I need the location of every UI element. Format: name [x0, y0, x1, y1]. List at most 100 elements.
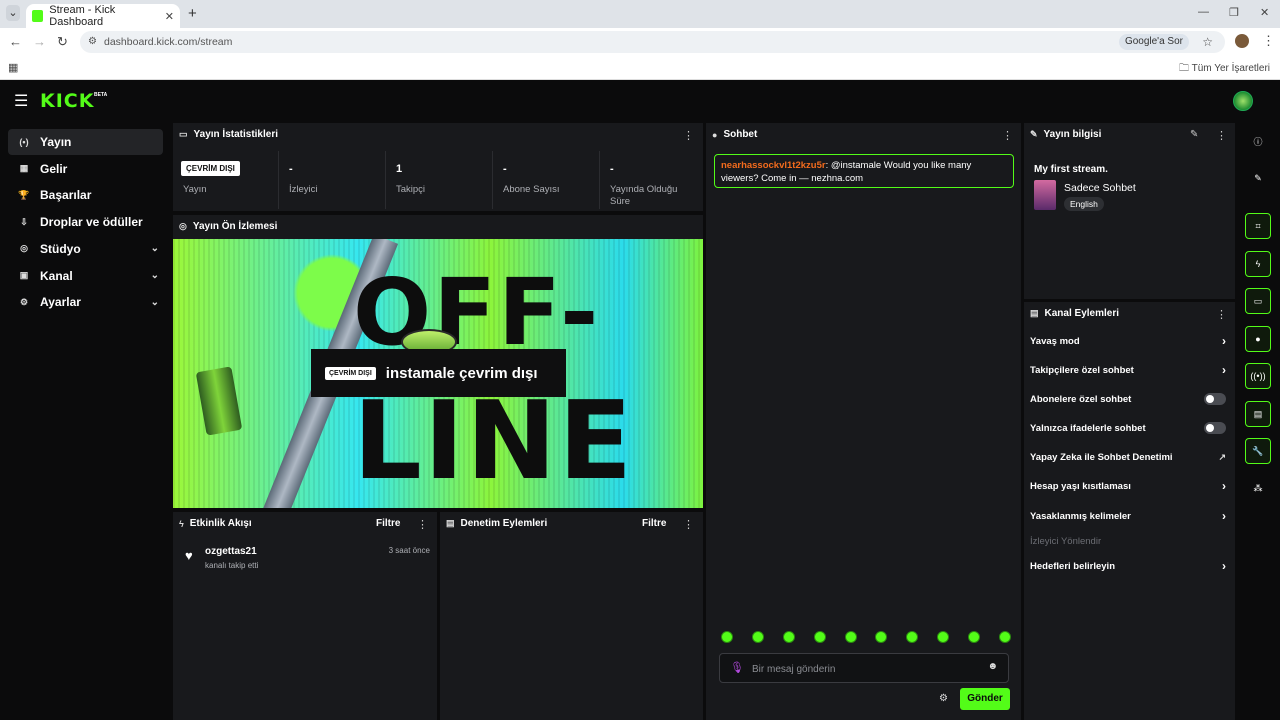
sidebar-item-6[interactable]: ⚙ Ayarlar ⌄	[8, 289, 163, 315]
chat-icon[interactable]: ●	[1245, 326, 1271, 352]
emote-icon[interactable]	[906, 631, 919, 643]
browser-tab[interactable]: Stream - Kick Dashboard ✕	[26, 4, 180, 28]
sidebar-item-label: Kanal	[40, 268, 73, 283]
emote-icon[interactable]	[751, 631, 764, 643]
sidebar-item-2[interactable]: 🏆 Başarılar	[8, 182, 163, 208]
chat-input-box: 🎙 ☻	[719, 653, 1009, 683]
channel-action-item[interactable]: Hesap yaşı kısıtlaması ›	[1030, 476, 1226, 496]
kick-dashboard: ☰ KICK BETA (•) Yayın ▦ Gelir 🏆 Başarılar ⇩ Dro…	[0, 81, 1280, 720]
apps-grid-icon[interactable]: ▦	[8, 61, 18, 74]
address-bar-row: ← → ↻ ⚙ dashboard.kick.com/stream Google…	[0, 28, 1280, 56]
url-field[interactable]: ⚙ dashboard.kick.com/stream Google'a Sor…	[80, 31, 1225, 53]
sidebar-nav: (•) Yayın ▦ Gelir 🏆 Başarılar ⇩ Droplar ve ödül…	[0, 121, 170, 720]
info-icon[interactable]: ⓘ	[1245, 128, 1271, 154]
chevron-right-icon: ›	[1222, 334, 1226, 348]
sidebar-item-3[interactable]: ⇩ Droplar ve ödüller	[8, 209, 163, 235]
channel-actions-title-text: Kanal Eylemleri	[1044, 308, 1119, 319]
channel-action-item[interactable]: Yalnızca ifadelerle sohbet	[1030, 418, 1226, 438]
browser-tabstrip: ⌄ Stream - Kick Dashboard ✕ + — ❐ ✕	[0, 0, 1280, 28]
top-bar: ☰ KICK BETA	[0, 81, 1280, 121]
toggle-switch[interactable]	[1204, 393, 1226, 405]
chat-message[interactable]: nearhassockvl1t2kzu5r: @instamale Would …	[714, 154, 1014, 188]
card-icon[interactable]: ▭	[1245, 288, 1271, 314]
stats-menu-icon[interactable]: ⋮	[683, 129, 694, 142]
chat-menu-icon[interactable]: ⋮	[1002, 129, 1013, 142]
back-icon[interactable]: ←	[9, 34, 22, 49]
clip-icon[interactable]: ⌗	[1245, 213, 1271, 239]
sidebar-item-4[interactable]: ◎ Stüdyo ⌄	[8, 236, 163, 262]
emoji-icon[interactable]: ☻	[987, 661, 998, 672]
emote-icon[interactable]	[998, 631, 1011, 643]
chevron-down-icon[interactable]: ⌄	[151, 270, 159, 281]
moderation-filter-button[interactable]: Filtre	[642, 518, 666, 529]
emote-icon[interactable]	[721, 631, 733, 643]
chevron-right-icon: ›	[1222, 363, 1226, 377]
sidebar-item-1[interactable]: ▦ Gelir	[8, 156, 163, 182]
bookmark-star-icon[interactable]: ☆	[1202, 31, 1213, 53]
channel-action-item[interactable]: Yapay Zeka ile Sohbet Denetimi ↗	[1030, 447, 1226, 467]
reload-icon[interactable]: ↻	[57, 34, 68, 50]
chat-message-input[interactable]	[752, 661, 972, 677]
moderation-menu-icon[interactable]: ⋮	[683, 518, 694, 531]
channel-actions-menu-icon[interactable]: ⋮	[1216, 308, 1227, 321]
channel-action-item[interactable]: Yasaklanmış kelimeler ›	[1030, 506, 1226, 526]
emote-icon[interactable]	[937, 631, 950, 643]
pencil-icon[interactable]: ✎	[1245, 165, 1271, 191]
channel-action-item[interactable]: Abonelere özel sohbet	[1030, 389, 1226, 409]
channel-action-label: Abonelere özel sohbet	[1030, 393, 1132, 405]
offline-badge: ÇEVRİM DIŞI	[181, 161, 240, 176]
send-button[interactable]: Gönder	[960, 688, 1010, 710]
sidebar-item-5[interactable]: ▣ Kanal ⌄	[8, 263, 163, 289]
lightning-icon[interactable]: ϟ	[1245, 251, 1271, 277]
chat-message-user[interactable]: nearhassockvl1t2kzu5r	[721, 160, 826, 171]
forward-icon[interactable]: →	[33, 34, 46, 49]
stream-stats-title-text: Yayın İstatistikleri	[193, 129, 279, 140]
sidebar-item-label: Ayarlar	[40, 295, 81, 310]
channel-action-item[interactable]: Yavaş mod ›	[1030, 331, 1226, 351]
activity-feed-panel: ϟ Etkinlik Akışı Filtre ⋮ ♥ ozgettas21 ka…	[173, 512, 437, 720]
browser-menu-icon[interactable]: ⋮	[1262, 33, 1275, 49]
emote-icon[interactable]	[782, 631, 795, 643]
activity-filter-button[interactable]: Filtre	[376, 518, 400, 529]
stream-preview[interactable]: OFF- LINE ÇEVRİM DIŞI instamale çevrim d…	[173, 239, 703, 508]
emote-icon[interactable]	[968, 631, 980, 643]
google-ask-button[interactable]: Google'a Sor	[1118, 34, 1189, 50]
emote-icon[interactable]	[875, 631, 888, 643]
emote-icon[interactable]	[844, 631, 857, 643]
browser-profile-avatar[interactable]	[1235, 34, 1249, 48]
chevron-down-icon[interactable]: ⌄	[151, 243, 159, 254]
edit-pencil-icon[interactable]: ✎	[1190, 129, 1198, 140]
chevron-down-icon[interactable]: ⌄	[151, 297, 159, 308]
window-close-icon[interactable]: ✕	[1260, 6, 1269, 19]
kick-logo[interactable]: KICK	[40, 90, 94, 112]
activity-user[interactable]: ozgettas21	[205, 546, 257, 557]
microphone-icon[interactable]: 🎙	[730, 661, 744, 674]
share-icon[interactable]: ⁂	[1245, 475, 1271, 501]
stream-preview-title-text: Yayın Ön İzlemesi	[192, 221, 278, 232]
sidebar-item-label: Başarılar	[40, 188, 92, 203]
beta-badge: BETA	[94, 92, 108, 98]
chat-settings-icon[interactable]: ⚙	[939, 693, 948, 704]
wrench-icon[interactable]: 🔧	[1245, 438, 1271, 464]
maximize-icon[interactable]: ❐	[1229, 6, 1239, 19]
all-bookmarks-button[interactable]: 🗀 Tüm Yer İşaretleri	[1179, 61, 1270, 78]
emote-icon[interactable]	[813, 631, 826, 643]
tab-close-icon[interactable]: ✕	[165, 10, 174, 23]
sidebar-item-0[interactable]: (•) Yayın	[8, 129, 163, 155]
minimize-icon[interactable]: —	[1198, 6, 1209, 18]
new-tab-button[interactable]: +	[188, 5, 197, 22]
url-text: dashboard.kick.com/stream	[104, 36, 233, 48]
hamburger-menu-icon[interactable]: ☰	[14, 91, 28, 111]
broadcast-icon[interactable]: ((•))	[1245, 363, 1271, 389]
activity-menu-icon[interactable]: ⋮	[417, 518, 428, 531]
stream-info-menu-icon[interactable]: ⋮	[1216, 129, 1227, 142]
mod-icon[interactable]: ▤	[1245, 401, 1271, 427]
channel-action-item[interactable]: Hedefleri belirleyin ›	[1030, 556, 1226, 576]
stream-category[interactable]: Sadece Sohbet	[1064, 182, 1136, 194]
site-info-icon[interactable]: ⚙	[88, 31, 97, 53]
toggle-switch[interactable]	[1204, 422, 1226, 434]
stream-stats-panel: ▭ Yayın İstatistikleri ⋮ ÇEVRİM DIŞI Yayı…	[173, 123, 703, 211]
channel-action-item[interactable]: Takipçilere özel sohbet ›	[1030, 360, 1226, 380]
tab-search-chevron-icon[interactable]: ⌄	[6, 5, 20, 21]
preview-icon: ◎	[179, 221, 187, 231]
